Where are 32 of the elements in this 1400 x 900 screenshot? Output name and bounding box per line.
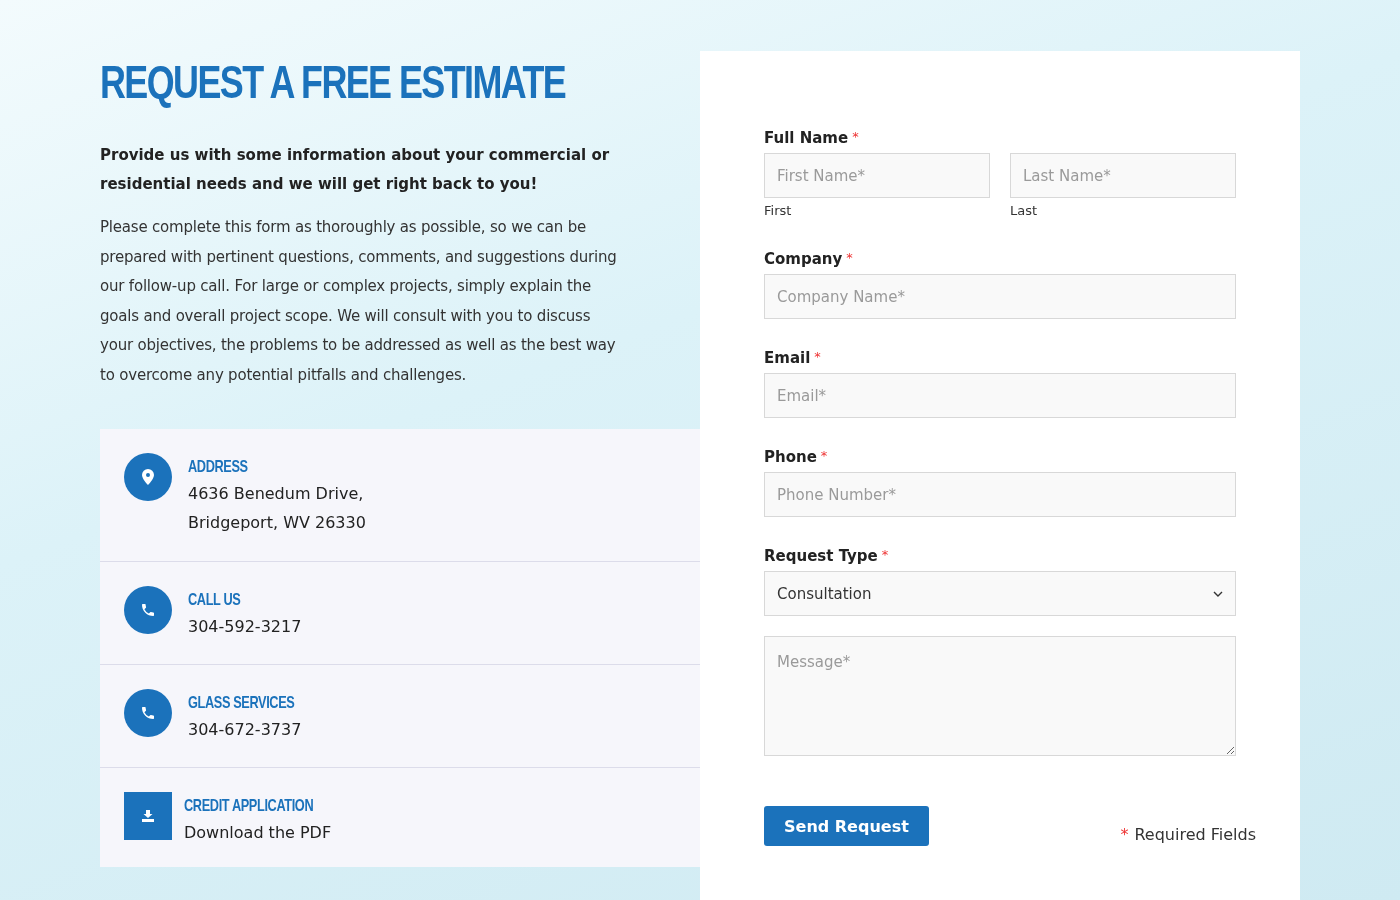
contact-detail: Bridgeport, WV 26330 (188, 511, 366, 534)
contact-title: GLASS SERVICES (188, 692, 295, 713)
text-field[interactable]: Phone Number* (764, 472, 1236, 517)
phone-icon (140, 601, 156, 618)
location-pin-icon (142, 468, 154, 485)
field-label: Full Name * (764, 129, 860, 147)
contact-detail[interactable]: Download the PDF (184, 817, 357, 847)
field-label: Phone * (764, 448, 829, 466)
text-field[interactable]: Last Name* (1010, 153, 1236, 198)
download-icon (142, 809, 154, 822)
field-sublabel: First (764, 203, 793, 218)
text-field[interactable]: Company Name* (764, 274, 1236, 319)
send-request-button[interactable]: Send Request (764, 806, 929, 846)
contact-title: ADDRESS (188, 456, 248, 477)
text-field[interactable]: First Name* (764, 153, 990, 198)
text-field[interactable]: Email* (764, 373, 1236, 418)
contact-title: CREDIT APPLICATION (184, 795, 314, 816)
field-sublabel: Last (1010, 203, 1039, 218)
field-label: Request Type * (764, 547, 890, 565)
field-label: Company * (764, 250, 854, 268)
chevron-down-icon (1213, 590, 1223, 597)
dropdown-field[interactable]: Consultation (764, 571, 1236, 616)
contact-detail: 304-592-3217 (188, 615, 302, 638)
message-field[interactable]: Message* (764, 636, 1236, 756)
contact-detail: 4636 Benedum Drive, (188, 482, 365, 505)
field-label: Email * (764, 349, 822, 367)
contact-detail: 304-672-3737 (188, 718, 303, 741)
required-fields-note: * Required Fields (1120, 825, 1256, 844)
intro-lead-text: Provide us with some information about your commercial or residential needs and we will get right back to you! (100, 145, 611, 195)
phone-icon (140, 704, 156, 721)
contact-title: CALL US (188, 589, 241, 610)
intro-body-text: Please complete this form as thoroughly as possible, so we can be prepared with pertinent questions, comments, and suggestions during our follow-up call. For large or complex projects, simply explain the goals and overall project scope. We will consult with you to discuss your objectives, the problems to be addressed as well as the best way to overcome any potential pitfalls and challenges. (100, 217, 618, 386)
